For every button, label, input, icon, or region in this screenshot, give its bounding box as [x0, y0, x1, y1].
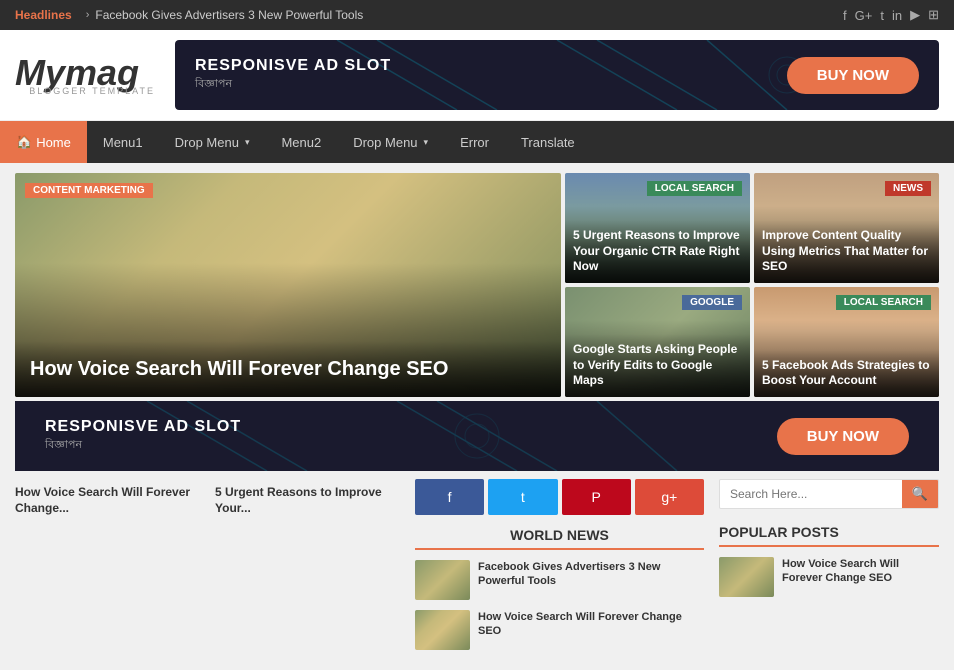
featured-br1-badge: GOOGLE — [682, 295, 742, 310]
ad-text: RESPONISVE AD SLOT বিজ্ঞাপন — [195, 57, 391, 94]
featured-tr2-title: Improve Content Quality Using Metrics Th… — [762, 228, 931, 275]
facebook-button[interactable]: f — [415, 479, 484, 515]
home-icon: 🏠 — [16, 134, 32, 150]
featured-br2-title: 5 Facebook Ads Strategies to Boost Your … — [762, 358, 931, 389]
linkedin-top-icon[interactable]: in — [892, 8, 902, 23]
mid-ad-banner: RESPONISVE AD SLOT বিজ্ঞাপন BUY NOW — [15, 401, 939, 471]
ad2-text: RESPONISVE AD SLOT বিজ্ঞাপন — [45, 418, 241, 455]
gplus-button[interactable]: g+ — [635, 479, 704, 515]
twitter-top-icon[interactable]: t — [880, 8, 884, 23]
news-item-2[interactable]: How Voice Search Will Forever Change SEO — [415, 610, 704, 650]
buy-now-button[interactable]: BUY NOW — [787, 57, 919, 94]
featured-grid: CONTENT MARKETING How Voice Search Will … — [15, 173, 939, 397]
chevron-down-icon: ▾ — [245, 137, 250, 148]
news-item-1[interactable]: Facebook Gives Advertisers 3 New Powerfu… — [415, 560, 704, 600]
nav-menu2[interactable]: Menu2 — [265, 121, 337, 163]
nav-menu2-label: Menu2 — [281, 135, 321, 150]
featured-tr2-overlay: Improve Content Quality Using Metrics Th… — [754, 220, 939, 283]
nav-home[interactable]: 🏠 Home — [0, 121, 87, 163]
main-content: CONTENT MARKETING How Voice Search Will … — [0, 163, 954, 670]
twitter-button[interactable]: t — [488, 479, 557, 515]
nav-menu1-label: Menu1 — [103, 135, 143, 150]
popular-search-section: 🔍 POPULAR POSTS How Voice Search Will Fo… — [719, 479, 939, 660]
nav-error[interactable]: Error — [444, 121, 505, 163]
featured-top-right2[interactable]: NEWS Improve Content Quality Using Metri… — [754, 173, 939, 283]
ad-title: RESPONISVE AD SLOT — [195, 57, 391, 75]
featured-main-overlay: How Voice Search Will Forever Change SEO — [15, 341, 561, 397]
facebook-top-icon[interactable]: f — [843, 8, 847, 23]
headline-text: Facebook Gives Advertisers 3 New Powerfu… — [95, 8, 363, 22]
buy-now-button2[interactable]: BUY NOW — [777, 418, 909, 455]
featured-top-right1[interactable]: LOCAL SEARCH 5 Urgent Reasons to Improve… — [565, 173, 750, 283]
chevron-down-icon2: ▾ — [424, 137, 429, 148]
card-2[interactable]: Local Search 5 Urgent Reasons to Improve… — [215, 479, 400, 660]
nav-menu1[interactable]: Menu1 — [87, 121, 159, 163]
header: Mymag BLOGGER TEMPLATE RESPONISVE AD SLO… — [0, 30, 954, 121]
ad-subtitle: বিজ্ঞাপন — [195, 75, 391, 94]
social-world-section: f t P g+ WORLD NEWS Facebook Gives Adver… — [415, 479, 704, 660]
nav-home-label: Home — [36, 135, 71, 150]
headlines-label: Headlines — [15, 8, 72, 22]
search-input[interactable] — [720, 480, 902, 508]
featured-br1-overlay: Google Starts Asking People to Verify Ed… — [565, 334, 750, 397]
popular-text-1: How Voice Search Will Forever Change SEO — [782, 557, 939, 597]
logo[interactable]: Mymag BLOGGER TEMPLATE — [15, 55, 155, 96]
top-social-icons: f G+ t in ▶ ⊞ — [843, 7, 939, 23]
world-news-title: WORLD NEWS — [415, 527, 704, 550]
nav-dropmenu1[interactable]: Drop Menu ▾ — [159, 121, 266, 163]
header-ad-banner: RESPONISVE AD SLOT বিজ্ঞাপন BUY NOW — [175, 40, 939, 110]
featured-tr1-overlay: 5 Urgent Reasons to Improve Your Organic… — [565, 220, 750, 283]
news-thumb-1 — [415, 560, 470, 600]
featured-main-title: How Voice Search Will Forever Change SEO — [30, 356, 546, 382]
logo-subtitle: BLOGGER TEMPLATE — [15, 86, 155, 96]
featured-br2-badge: LOCAL SEARCH — [836, 295, 931, 310]
featured-main-badge: CONTENT MARKETING — [25, 183, 153, 198]
rss-top-icon[interactable]: ⊞ — [928, 7, 939, 23]
card-1[interactable]: Content Marketing How Voice Search Will … — [15, 479, 200, 660]
featured-br2-overlay: 5 Facebook Ads Strategies to Boost Your … — [754, 350, 939, 397]
ad2-title: RESPONISVE AD SLOT — [45, 418, 241, 436]
pinterest-button[interactable]: P — [562, 479, 631, 515]
featured-tr1-badge: LOCAL SEARCH — [647, 181, 742, 196]
social-buttons-row: f t P g+ — [415, 479, 704, 515]
gplus-top-icon[interactable]: G+ — [855, 8, 873, 23]
navigation: 🏠 Home Menu1 Drop Menu ▾ Menu2 Drop Menu… — [0, 121, 954, 163]
nav-translate[interactable]: Translate — [505, 121, 591, 163]
news-text-2: How Voice Search Will Forever Change SEO — [478, 610, 704, 639]
nav-dropmenu2-label: Drop Menu — [353, 135, 417, 150]
nav-translate-label: Translate — [521, 135, 575, 150]
card-2-title: 5 Urgent Reasons to Improve Your... — [215, 485, 400, 516]
featured-bottom-right1[interactable]: GOOGLE Google Starts Asking People to Ve… — [565, 287, 750, 397]
featured-bottom-right2[interactable]: LOCAL SEARCH 5 Facebook Ads Strategies t… — [754, 287, 939, 397]
featured-tr2-badge: NEWS — [885, 181, 931, 196]
ad2-subtitle: বিজ্ঞাপন — [45, 436, 241, 455]
nav-error-label: Error — [460, 135, 489, 150]
popular-posts-title: POPULAR POSTS — [719, 524, 939, 547]
featured-br1-title: Google Starts Asking People to Verify Ed… — [573, 342, 742, 389]
featured-main-article[interactable]: CONTENT MARKETING How Voice Search Will … — [15, 173, 561, 397]
search-box: 🔍 — [719, 479, 939, 509]
featured-tr1-title: 5 Urgent Reasons to Improve Your Organic… — [573, 228, 742, 275]
youtube-top-icon[interactable]: ▶ — [910, 7, 920, 23]
bottom-section: Content Marketing How Voice Search Will … — [15, 479, 939, 660]
top-bar: Headlines › Facebook Gives Advertisers 3… — [0, 0, 954, 30]
nav-dropmenu1-label: Drop Menu — [175, 135, 239, 150]
news-thumb-2 — [415, 610, 470, 650]
popular-thumb-1 — [719, 557, 774, 597]
popular-item-1[interactable]: How Voice Search Will Forever Change SEO — [719, 557, 939, 597]
card-1-title: How Voice Search Will Forever Change... — [15, 485, 200, 516]
nav-dropmenu2[interactable]: Drop Menu ▾ — [337, 121, 444, 163]
search-button[interactable]: 🔍 — [902, 480, 938, 508]
news-text-1: Facebook Gives Advertisers 3 New Powerfu… — [478, 560, 704, 589]
